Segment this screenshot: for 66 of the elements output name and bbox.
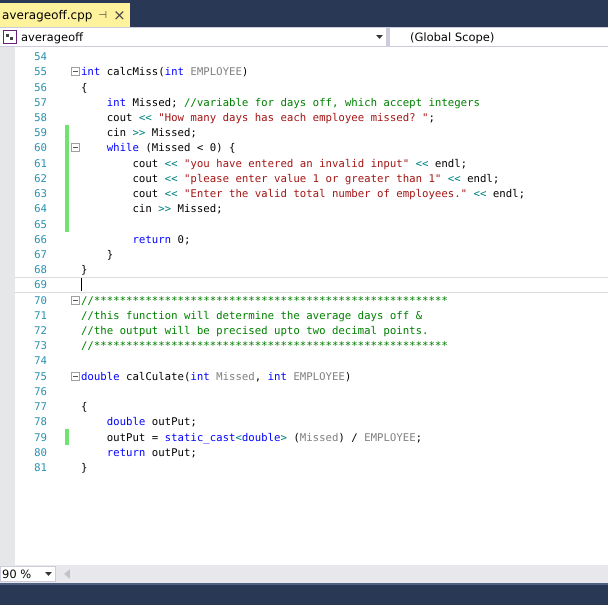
line-number: 66 — [33, 232, 47, 246]
code-line: } — [106, 248, 114, 261]
text-cursor — [81, 278, 82, 292]
line-number: 54 — [33, 50, 47, 64]
line-number: 69 — [33, 278, 47, 292]
collapse-icon[interactable] — [70, 372, 80, 381]
code-line: cout << "How many days has each employee missed? "; — [106, 110, 435, 124]
code-line: double calCulate(int Missed, int EMPLOYEE) — [81, 370, 352, 383]
code-line: cout << "you have entered an invalid input" << endl; — [131, 156, 468, 170]
zoom-dropdown[interactable]: 90 % — [0, 566, 56, 582]
line-number: 55 — [33, 65, 47, 78]
code-line: return 0; — [131, 232, 190, 246]
caret-icon — [376, 35, 383, 39]
line-number: 60 — [33, 141, 47, 154]
code-line: int calcMiss(int EMPLOYEE) — [81, 65, 248, 78]
line-number: 77 — [33, 400, 47, 414]
code-line: { — [81, 80, 88, 94]
line-number: 63 — [33, 187, 47, 200]
line-number: 72 — [33, 324, 47, 338]
caret-icon — [45, 572, 52, 576]
line-number: 57 — [33, 96, 47, 109]
line-number: 59 — [33, 126, 47, 140]
code-line: //this function will determine the average days off & — [81, 308, 422, 322]
code-line: } — [81, 263, 88, 276]
code-line: double outPut; — [106, 415, 197, 428]
pin-button[interactable]: ⊣ — [98, 10, 108, 20]
collapse-icon[interactable] — [70, 143, 80, 152]
scope-dropdown[interactable]: (Global Scope) — [390, 28, 494, 46]
file-tab[interactable]: averageoff.cpp ⊣ × — [0, 3, 130, 27]
line-number: 73 — [33, 339, 47, 352]
line-number: 80 — [33, 446, 47, 459]
code-line: return outPut; — [106, 446, 197, 459]
collapse-icon[interactable] — [70, 67, 80, 76]
line-number: 76 — [33, 384, 47, 398]
line-number: 71 — [33, 308, 47, 322]
code-line: { — [81, 400, 88, 414]
code-line: cout << "please enter value 1 or greater than 1" << endl; — [131, 172, 500, 185]
collapse-icon[interactable] — [70, 296, 80, 305]
code-line: int Missed; //variable for days off, which accept integers — [106, 96, 480, 109]
line-number: 79 — [33, 430, 47, 444]
tab-title: averageoff.cpp — [2, 8, 92, 22]
project-icon — [3, 30, 17, 44]
code-line: cout << "Enter the valid total number of employees." << endl; — [131, 187, 526, 200]
line-number: 70 — [33, 294, 47, 307]
line-number: 62 — [33, 172, 47, 185]
code-line: } — [81, 461, 88, 474]
line-number: 56 — [33, 80, 47, 94]
line-number: 58 — [33, 110, 47, 124]
project-name: averageoff — [21, 30, 84, 44]
line-number: 61 — [33, 156, 47, 170]
line-number: 78 — [33, 415, 47, 428]
line-number: 65 — [33, 218, 47, 231]
code-line: //******************************************************* — [81, 339, 448, 352]
line-number: 74 — [33, 354, 47, 368]
code-line: //******************************************************* — [81, 294, 448, 307]
line-number: 75 — [33, 370, 47, 383]
line-number: 67 — [33, 248, 47, 261]
close-button[interactable]: × — [113, 6, 126, 24]
line-number: 64 — [33, 202, 47, 216]
line-number: 81 — [33, 461, 47, 474]
code-line: //the output will be precised upto two decimal points. — [81, 324, 428, 338]
line-number: 68 — [33, 263, 47, 276]
code-line: cin >> Missed; — [106, 126, 197, 140]
code-line: cin >> Missed; — [131, 202, 223, 216]
code-line: outPut = static_cast<double> (Missed) / EMPLOYEE; — [106, 430, 422, 444]
code-line: while (Missed < 0) { — [106, 141, 236, 154]
